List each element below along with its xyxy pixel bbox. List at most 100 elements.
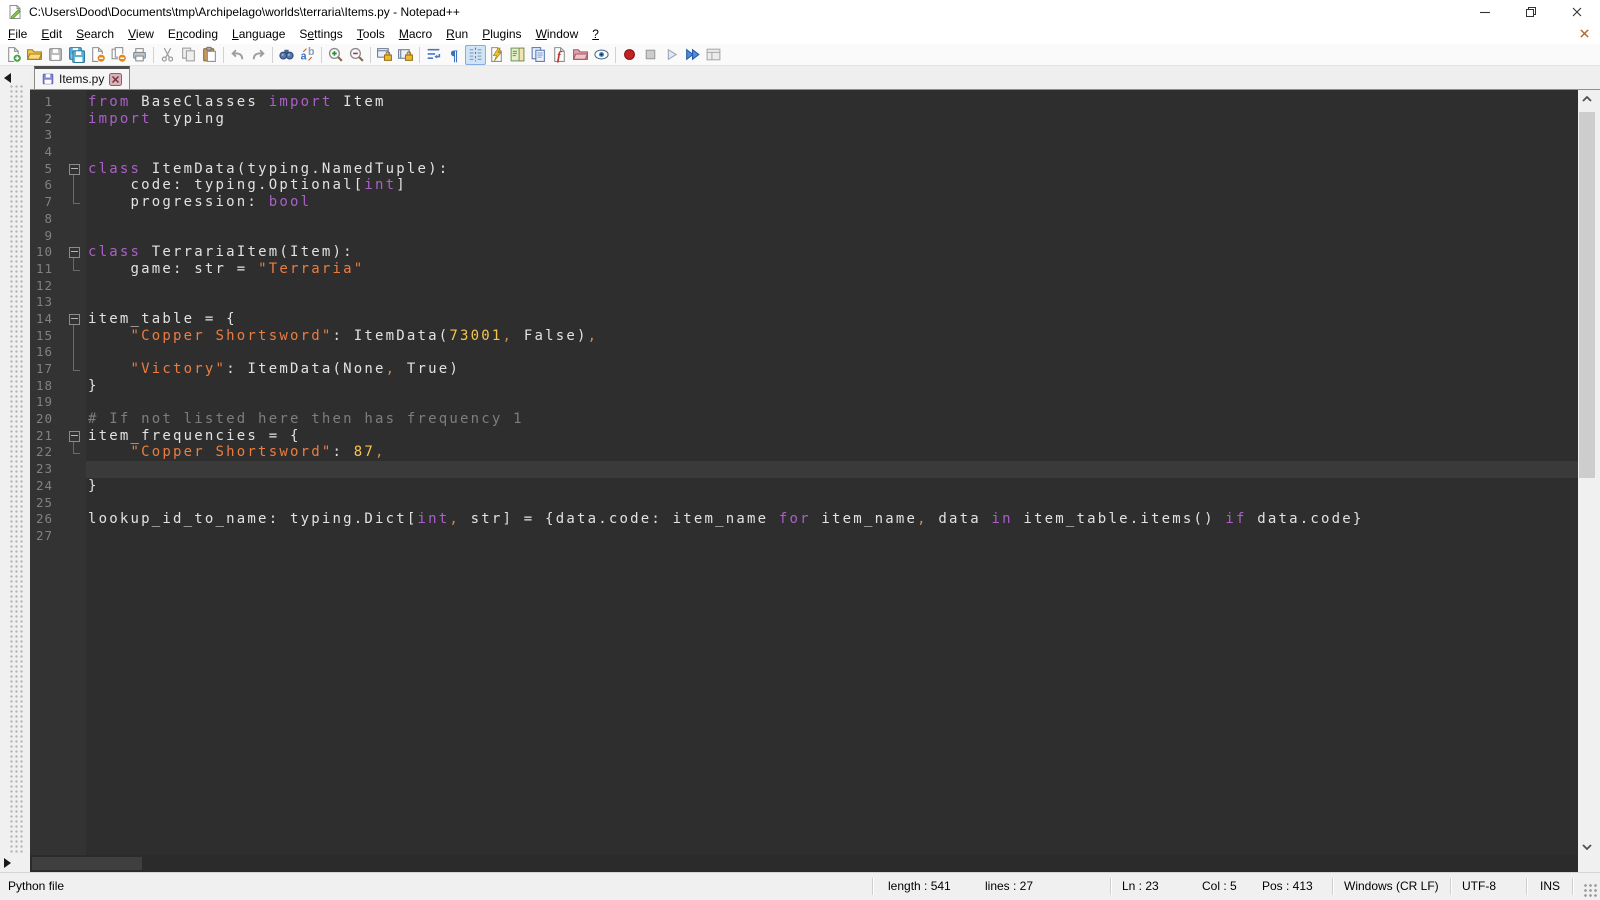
tab-close-icon[interactable] bbox=[109, 73, 122, 86]
close-button[interactable] bbox=[1554, 0, 1600, 24]
code-text bbox=[86, 394, 1578, 411]
vertical-scrollbar[interactable] bbox=[1578, 90, 1596, 855]
code-line-13[interactable]: 13 bbox=[30, 294, 1578, 311]
resize-grip[interactable] bbox=[1583, 883, 1598, 898]
code-line-9[interactable]: 9 bbox=[30, 228, 1578, 245]
save-all-button[interactable] bbox=[66, 45, 87, 65]
document-close-button[interactable] bbox=[1579, 28, 1590, 39]
code-line-14[interactable]: 14item_table = { bbox=[30, 311, 1578, 328]
line-number: 18 bbox=[30, 378, 62, 395]
menu-settings[interactable]: Settings bbox=[292, 25, 349, 43]
fold-margin-cell bbox=[62, 111, 86, 128]
tab-items-py[interactable]: Items.py bbox=[34, 66, 130, 89]
show-all-characters-button[interactable]: ¶ bbox=[444, 45, 465, 65]
word-wrap-button[interactable] bbox=[423, 45, 444, 65]
code-line-19[interactable]: 19 bbox=[30, 394, 1578, 411]
document-list-button[interactable] bbox=[528, 45, 549, 65]
fold-start-marker[interactable] bbox=[62, 244, 86, 261]
code-line-20[interactable]: 20# If not listed here then has frequenc… bbox=[30, 411, 1578, 428]
status-ins-mode[interactable]: INS bbox=[1540, 879, 1560, 893]
scroll-down-icon[interactable] bbox=[1578, 838, 1596, 855]
minimize-button[interactable] bbox=[1462, 0, 1508, 24]
code-line-6[interactable]: 6 code: typing.Optional[int] bbox=[30, 177, 1578, 194]
new-file-button[interactable] bbox=[3, 45, 24, 65]
fold-mid-marker bbox=[62, 328, 86, 345]
macro-record-button[interactable] bbox=[619, 45, 640, 65]
fold-start-marker[interactable] bbox=[62, 311, 86, 328]
fold-start-marker[interactable] bbox=[62, 428, 86, 445]
dock-splitter[interactable] bbox=[0, 66, 30, 872]
replace-button[interactable]: ab bbox=[297, 45, 318, 65]
menu-encoding[interactable]: Encoding bbox=[161, 25, 225, 43]
close-all-button[interactable] bbox=[108, 45, 129, 65]
monitoring-button[interactable] bbox=[591, 45, 612, 65]
status-separator bbox=[1572, 878, 1573, 895]
zoom-in-button[interactable] bbox=[325, 45, 346, 65]
code-line-11[interactable]: 11 game: str = "Terraria" bbox=[30, 261, 1578, 278]
code-line-17[interactable]: 17 "Victory": ItemData(None, True) bbox=[30, 361, 1578, 378]
show-indent-guide-button[interactable] bbox=[465, 45, 486, 65]
code-line-26[interactable]: 26lookup_id_to_name: typing.Dict[int, st… bbox=[30, 511, 1578, 528]
code-line-1[interactable]: 1from BaseClasses import Item bbox=[30, 94, 1578, 111]
function-list-button[interactable]: f bbox=[549, 45, 570, 65]
menu-tools[interactable]: Tools bbox=[350, 25, 392, 43]
menu-view[interactable]: View bbox=[121, 25, 161, 43]
code-line-23[interactable]: 23 bbox=[30, 461, 1578, 478]
fold-start-marker[interactable] bbox=[62, 161, 86, 178]
code-line-5[interactable]: 5class ItemData(typing.NamedTuple): bbox=[30, 161, 1578, 178]
status-eol-format[interactable]: Windows (CR LF) bbox=[1344, 879, 1439, 893]
horizontal-scrollbar[interactable] bbox=[30, 855, 1578, 872]
find-button[interactable] bbox=[276, 45, 297, 65]
horizontal-scrollbar-thumb[interactable] bbox=[32, 857, 142, 870]
menu-file[interactable]: File bbox=[1, 25, 34, 43]
function-list-icon: f bbox=[551, 46, 568, 63]
sync-vertical-scrolling-button[interactable] bbox=[374, 45, 395, 65]
code-text: code: typing.Optional[int] bbox=[86, 177, 1578, 194]
dock-collapse-bottom-icon[interactable] bbox=[4, 858, 11, 868]
menu-edit[interactable]: Edit bbox=[34, 25, 69, 43]
menu-macro[interactable]: Macro bbox=[392, 25, 439, 43]
paste-button[interactable] bbox=[199, 45, 220, 65]
close-button[interactable] bbox=[87, 45, 108, 65]
fold-margin-cell bbox=[62, 495, 86, 512]
dock-collapse-top-icon[interactable] bbox=[4, 73, 11, 83]
vertical-scrollbar-thumb[interactable] bbox=[1579, 112, 1595, 478]
menu-run[interactable]: Run bbox=[439, 25, 475, 43]
code-text bbox=[86, 344, 1578, 361]
sync-horizontal-scrolling-button[interactable] bbox=[395, 45, 416, 65]
code-line-8[interactable]: 8 bbox=[30, 211, 1578, 228]
line-number: 12 bbox=[30, 278, 62, 295]
scroll-up-icon[interactable] bbox=[1578, 90, 1596, 107]
user-defined-language-button[interactable] bbox=[486, 45, 507, 65]
code-line-25[interactable]: 25 bbox=[30, 495, 1578, 512]
code-line-3[interactable]: 3 bbox=[30, 127, 1578, 144]
zoom-out-button[interactable] bbox=[346, 45, 367, 65]
editor[interactable]: 1from BaseClasses import Item2import typ… bbox=[30, 90, 1578, 855]
menu-plugins[interactable]: Plugins bbox=[475, 25, 528, 43]
code-line-18[interactable]: 18} bbox=[30, 378, 1578, 395]
code-line-15[interactable]: 15 "Copper Shortsword": ItemData(73001, … bbox=[30, 328, 1578, 345]
code-line-22[interactable]: 22 "Copper Shortsword": 87, bbox=[30, 444, 1578, 461]
menu-window[interactable]: Window bbox=[529, 25, 586, 43]
fold-margin-cell bbox=[62, 461, 86, 478]
open-file-button[interactable] bbox=[24, 45, 45, 65]
code-line-27[interactable]: 27 bbox=[30, 528, 1578, 545]
menu-search[interactable]: Search bbox=[69, 25, 121, 43]
folder-as-workspace-button[interactable] bbox=[570, 45, 591, 65]
code-line-2[interactable]: 2import typing bbox=[30, 111, 1578, 128]
document-map-button[interactable] bbox=[507, 45, 528, 65]
status-encoding[interactable]: UTF-8 bbox=[1462, 879, 1496, 893]
menu-help[interactable]: ? bbox=[585, 25, 606, 43]
code-line-7[interactable]: 7 progression: bool bbox=[30, 194, 1578, 211]
print-button[interactable] bbox=[129, 45, 150, 65]
line-number: 4 bbox=[30, 144, 62, 161]
code-line-4[interactable]: 4 bbox=[30, 144, 1578, 161]
code-line-10[interactable]: 10class TerrariaItem(Item): bbox=[30, 244, 1578, 261]
menu-language[interactable]: Language bbox=[225, 25, 292, 43]
code-line-24[interactable]: 24} bbox=[30, 478, 1578, 495]
code-line-21[interactable]: 21item_frequencies = { bbox=[30, 428, 1578, 445]
restore-button[interactable] bbox=[1508, 0, 1554, 24]
code-line-12[interactable]: 12 bbox=[30, 278, 1578, 295]
code-line-16[interactable]: 16 bbox=[30, 344, 1578, 361]
macro-run-multiple-button[interactable] bbox=[682, 45, 703, 65]
